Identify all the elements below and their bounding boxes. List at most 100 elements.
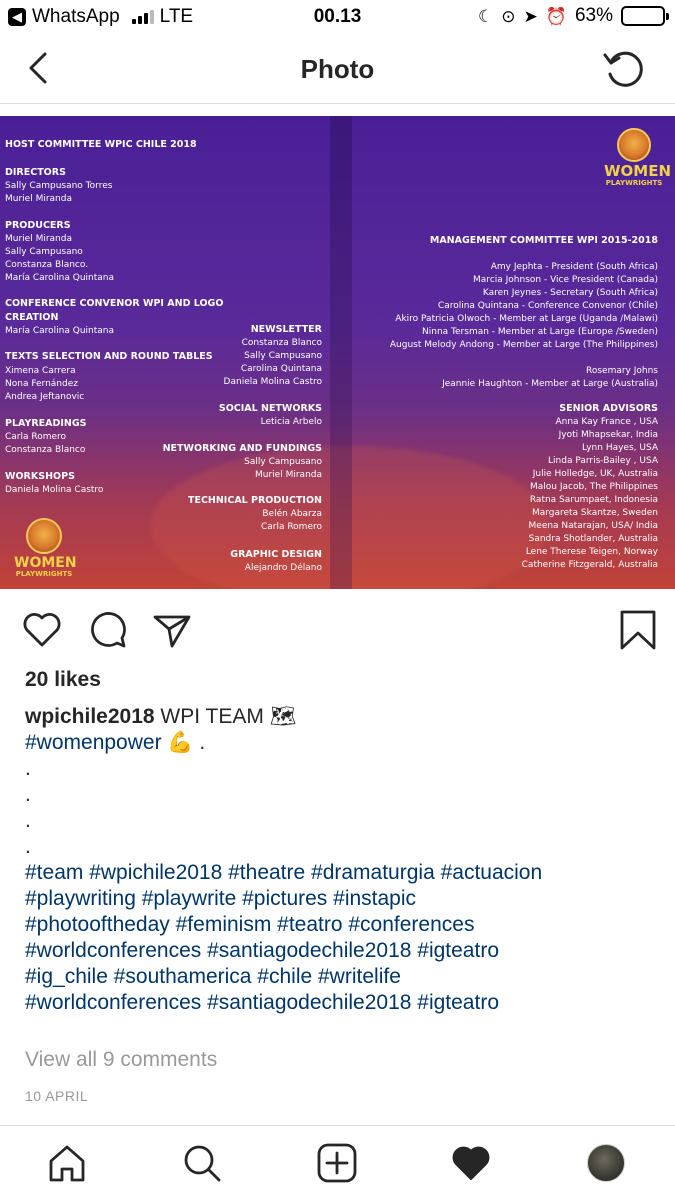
photo-name-line: Daniela Molina Castro	[223, 377, 322, 387]
logo-word: WOMEN	[604, 162, 672, 180]
photo-name-line: Leticia Arbelo	[260, 417, 322, 427]
home-icon[interactable]	[46, 1142, 88, 1184]
bottom-tab-bar	[0, 1125, 675, 1200]
photo-name-line: Akiro Patricia Olwoch - Member at Large …	[395, 314, 658, 324]
photo-name-line: Sandra Shotlander, Australia	[528, 534, 658, 544]
profile-avatar[interactable]	[587, 1144, 625, 1182]
battery-percent: 63%	[574, 5, 613, 26]
hashtag-line[interactable]: #ig_chile #southamerica #chile #writelif…	[25, 964, 655, 990]
logo-word: WOMEN	[14, 555, 77, 571]
photo-name-line: Carolina Quintana	[240, 364, 322, 374]
photo-heading: NEWSLETTER	[250, 324, 322, 335]
photo-heading: HOST COMMITTEE WPIC CHILE 2018	[5, 139, 197, 150]
photo-name-line: Jeannie Haughton - Member at Large (Aust…	[442, 379, 658, 389]
photo-name-line: Alejandro Délano	[244, 563, 322, 573]
do-not-disturb-icon: ☾	[478, 6, 494, 26]
hashtag-block: #team #wpichile2018 #theatre #dramaturgi…	[25, 860, 655, 1016]
photo-heading: PRODUCERS	[5, 220, 71, 231]
battery-icon	[621, 6, 669, 26]
wpi-logo-bottom: WOMEN PLAYWRIGHTS	[14, 518, 77, 578]
hashtag-line[interactable]: #team #wpichile2018 #theatre #dramaturgi…	[25, 860, 655, 886]
photo-heading: WORKSHOPS	[5, 471, 75, 482]
post-photo[interactable]: HOST COMMITTEE WPIC CHILE 2018 DIRECTORS S…	[0, 116, 675, 589]
photo-name-line: Linda Parris-Bailey , USA	[548, 456, 658, 466]
photo-name-line: Constanza Blanco	[5, 445, 86, 455]
caption-suffix: 💪 .	[161, 731, 206, 754]
status-left: ◀ WhatsApp LTE	[8, 6, 193, 28]
back-to-app-icon[interactable]: ◀	[8, 8, 26, 26]
photo-name-line: Carla Romero	[5, 432, 67, 442]
photo-name-line: Rosemary Johns	[585, 366, 658, 376]
photo-name-line: Muriel Miranda	[255, 470, 322, 480]
nav-bar: Photo	[0, 36, 675, 104]
photo-name-line: Daniela Molina Castro	[5, 485, 104, 495]
network-label: LTE	[159, 6, 194, 27]
photo-name-line: Meena Natarajan, USA/ India	[528, 521, 658, 531]
photo-name-line: Carla Romero	[260, 522, 322, 532]
alarm-icon: ⏰	[545, 6, 567, 26]
photo-name-line: Constanza Blanco.	[5, 260, 89, 270]
photo-name-line: August Melody Andong - Member at Large (…	[389, 340, 658, 350]
rotation-lock-icon: ⊙	[501, 6, 516, 26]
photo-heading: NETWORKING AND FUNDINGS	[162, 443, 322, 454]
post-caption: wpichile2018 WPI TEAM 🗺 #womenpower 💪 . …	[25, 704, 655, 1016]
hashtag-line[interactable]: #playwriting #playwrite #pictures #insta…	[25, 886, 655, 912]
photo-name-line: Marcia Johnson - Vice President (Canada)	[473, 275, 658, 285]
back-icon[interactable]	[20, 48, 60, 88]
photo-name-line: Sally Campusano	[244, 457, 322, 467]
caption-dot: .	[25, 783, 31, 806]
photo-name-line: María Carolina Quintana	[5, 326, 115, 336]
photo-name-line: Muriel Miranda	[5, 194, 72, 204]
photo-name-line: Anna Kay France , USA	[555, 417, 658, 427]
photo-name-line: Carolina Quintana - Conference Convenor …	[437, 301, 658, 311]
photo-name-line: Sally Campusano	[5, 247, 83, 257]
photo-name-line: Julie Holledge, UK, Australia	[532, 469, 658, 479]
photo-name-line: Ratna Sarumpaet, Indonesia	[529, 495, 658, 505]
photo-name-line: Sally Campusano Torres	[5, 181, 113, 191]
photo-heading: SOCIAL NETWORKS	[218, 403, 322, 414]
photo-heading: MANAGEMENT COMMITTEE WPI 2015-2018	[429, 235, 658, 246]
photo-name-line: Amy Jephta - President (South Africa)	[490, 262, 658, 272]
photo-heading: GRAPHIC DESIGN	[230, 549, 322, 560]
hashtag-line[interactable]: #photooftheday #feminism #teatro #confer…	[25, 912, 655, 938]
photo-name-line: Jyoti Mhapsekar, India	[558, 430, 658, 440]
refresh-icon[interactable]	[601, 46, 647, 92]
photo-name-line: Constanza Blanco	[241, 338, 322, 348]
status-right: ☾ ⊙ ➤ ⏰ 63%	[478, 5, 669, 27]
view-comments-link[interactable]: View all 9 comments	[25, 1048, 217, 1072]
photo-name-line: Margareta Skantze, Sweden	[531, 508, 658, 518]
bookmark-icon[interactable]	[616, 608, 660, 652]
photo-heading: TECHNICAL PRODUCTION	[187, 495, 322, 506]
caption-first-line: wpichile2018 WPI TEAM 🗺	[25, 704, 655, 730]
add-post-icon[interactable]	[316, 1142, 358, 1184]
share-icon[interactable]	[150, 608, 194, 652]
photo-name-line: Belén Abarza	[262, 509, 322, 519]
photo-heading: SENIOR ADVISORS	[559, 403, 658, 414]
photo-heading: CONFERENCE CONVENOR WPI AND LOGO	[5, 298, 224, 309]
page-title: Photo	[300, 54, 375, 84]
logo-subword: PLAYWRIGHTS	[605, 179, 663, 187]
heart-icon[interactable]	[20, 608, 64, 652]
photo-name-line: Nona Fernández	[5, 379, 78, 389]
photo-name-line: Catherine Fitzgerald, Australia	[521, 560, 658, 570]
photo-name-line: María Carolina Quintana	[5, 273, 115, 283]
photo-heading: DIRECTORS	[5, 167, 66, 178]
post-actions	[0, 600, 675, 656]
signal-strength-icon	[131, 10, 154, 24]
comment-icon[interactable]	[86, 608, 130, 652]
caption-dot: .	[25, 757, 31, 780]
search-icon[interactable]	[181, 1142, 223, 1184]
photo-panel-divider	[330, 116, 352, 589]
photo-name-line: Lene Therese Teigen, Norway	[525, 547, 658, 557]
location-icon: ➤	[523, 6, 538, 26]
hashtag-link[interactable]: #womenpower	[25, 731, 162, 754]
wpi-logo-top: WOMEN PLAYWRIGHTS	[604, 128, 672, 187]
hashtag-line[interactable]: #worldconferences #santiagodechile2018 #…	[25, 990, 655, 1016]
caption-text: WPI TEAM 🗺	[154, 705, 297, 728]
photo-name-line: Malou Jacob, The Philippines	[530, 482, 658, 492]
activity-heart-icon[interactable]	[450, 1142, 492, 1184]
post-username[interactable]: wpichile2018	[25, 705, 155, 728]
likes-count[interactable]: 20 likes	[25, 668, 101, 692]
hashtag-line[interactable]: #worldconferences #santiagodechile2018 #…	[25, 938, 655, 964]
back-app-label[interactable]: WhatsApp	[32, 6, 120, 28]
